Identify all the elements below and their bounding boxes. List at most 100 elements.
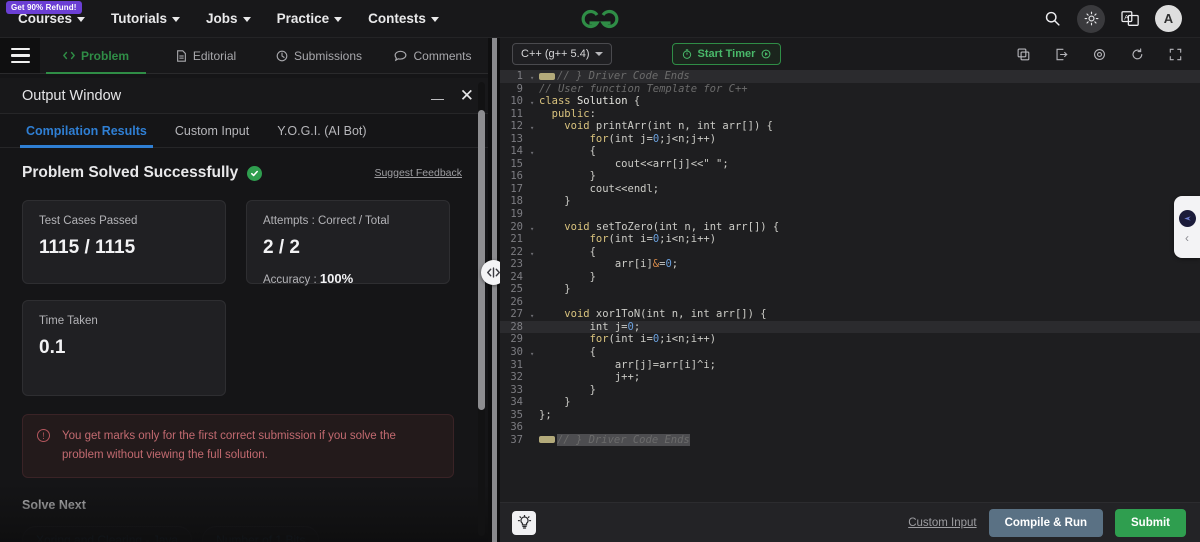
output-window-title: Output Window — [22, 87, 122, 104]
line-number: 12 — [510, 120, 523, 133]
solve-next-chip[interactable]: Number of 1 Bits — [202, 525, 320, 542]
fold-toggle-icon[interactable]: ▾ — [530, 346, 539, 359]
reset-icon[interactable] — [1126, 43, 1148, 65]
scrollbar-thumb[interactable] — [478, 110, 485, 410]
settings-gear-icon[interactable] — [1088, 43, 1110, 65]
subtab-compilation-results[interactable]: Compilation Results — [12, 114, 161, 148]
code-text: cout<<arr[j]<<" "; — [539, 157, 729, 170]
code-text: { — [539, 245, 596, 258]
refund-promo-badge[interactable]: Get 90% Refund! — [6, 0, 82, 15]
fold-toggle-icon[interactable]: ▾ — [530, 145, 539, 158]
subtab-yogi-ai-bot[interactable]: Y.O.G.I. (AI Bot) — [263, 114, 380, 148]
suggest-feedback-link[interactable]: Suggest Feedback — [374, 167, 462, 179]
user-avatar[interactable]: A — [1155, 5, 1182, 32]
solve-next-heading: Solve Next — [22, 497, 86, 512]
geeksforgeeks-logo[interactable] — [577, 4, 623, 34]
left-panel-scrollbar[interactable] — [478, 82, 485, 536]
code-editor-content[interactable]: 1 ▾// } Driver Code Ends 9 // User function… — [500, 70, 1200, 502]
copy-icon[interactable] — [1012, 43, 1034, 65]
line-number: 9 — [516, 82, 523, 95]
accuracy-value: 100% — [319, 271, 354, 286]
code-line: 1 ▾// } Driver Code Ends — [500, 70, 1200, 83]
line-number: 34 — [510, 396, 523, 409]
line-number: 33 — [510, 383, 523, 396]
fold-toggle-icon — [530, 296, 539, 309]
fold-toggle-icon — [530, 359, 539, 372]
code-text: // } Driver Code Ends — [539, 70, 1200, 83]
solve-next-chip[interactable]: Xoring and Clearing - Java — [22, 525, 193, 542]
start-timer-button[interactable]: Start Timer — [671, 43, 782, 65]
tab-submissions[interactable]: Submissions — [260, 38, 378, 73]
gg-logo-icon — [581, 9, 619, 29]
floating-assistant-widget[interactable]: ‹ — [1174, 196, 1200, 258]
fold-toggle-icon[interactable]: ▾ — [530, 246, 539, 259]
fold-toggle-icon[interactable]: ▾ — [530, 308, 539, 321]
nav-item-contests[interactable]: Contests — [368, 12, 439, 26]
panel-splitter[interactable] — [481, 38, 506, 542]
fold-toggle-icon — [530, 233, 539, 246]
code-line: 15 cout<<arr[j]<<" "; — [500, 158, 1200, 171]
status-title: Problem Solved Successfully — [22, 164, 239, 181]
upload-icon[interactable] — [1050, 43, 1072, 65]
minimize-icon[interactable] — [430, 98, 444, 101]
line-number: 13 — [510, 132, 523, 145]
code-line: 28 int j=0; — [500, 320, 1200, 334]
marks-warning-banner: ! You get marks only for the first corre… — [22, 414, 454, 478]
theme-toggle-button[interactable] — [1077, 4, 1105, 33]
editor-action-bar: Custom Input Compile & Run Submit — [500, 502, 1200, 542]
code-text: // User function Template for C++ — [539, 82, 748, 95]
language-selector[interactable]: C++ (g++ 5.4) — [512, 43, 612, 65]
fold-toggle-icon — [530, 409, 539, 422]
fold-toggle-icon[interactable]: ▾ — [530, 221, 539, 234]
submit-button[interactable]: Submit — [1115, 508, 1186, 537]
code-line: 18 } — [500, 195, 1200, 208]
nav-item-practice[interactable]: Practice — [277, 12, 343, 26]
code-line: 22 ▾ { — [500, 246, 1200, 259]
fold-toggle-icon — [530, 421, 539, 434]
tab-comments[interactable]: Comments — [378, 38, 488, 73]
card-label: Time Taken — [39, 315, 98, 327]
code-line: 30 ▾ { — [500, 346, 1200, 359]
code-line: 10 ▾ class Solution { — [500, 95, 1200, 108]
close-icon[interactable]: ✕ — [460, 87, 474, 104]
hamburger-menu-icon[interactable] — [0, 38, 40, 73]
fold-toggle-icon[interactable]: ▾ — [530, 70, 539, 83]
tab-label: Comments — [413, 48, 472, 63]
custom-input-link[interactable]: Custom Input — [908, 517, 976, 529]
line-number: 26 — [510, 295, 523, 308]
code-line: 13 for(int j=0;j<n;j++) — [500, 133, 1200, 146]
code-text: } — [539, 195, 571, 208]
code-text: } — [539, 270, 596, 283]
line-number: 21 — [510, 233, 523, 246]
fold-toggle-icon — [530, 258, 539, 271]
translate-icon[interactable]: A — [1119, 8, 1141, 30]
card-label: Attempts : Correct / Total — [263, 215, 390, 227]
line-number: 19 — [510, 208, 523, 221]
lightbulb-icon[interactable] — [512, 510, 536, 535]
accuracy-label: Accuracy : — [263, 274, 320, 286]
line-number: 23 — [510, 258, 523, 271]
nav-item-label: Contests — [368, 10, 426, 26]
code-text: cout<<endl; — [539, 182, 660, 195]
sun-icon — [1084, 11, 1098, 26]
fold-toggle-icon — [530, 208, 539, 221]
status-row: Problem Solved Successfully Suggest Feed… — [22, 164, 462, 182]
nav-menu: Get 90% Refund! Courses Tutorials Jobs P… — [0, 0, 439, 26]
fullscreen-icon[interactable] — [1164, 43, 1186, 65]
fold-toggle-icon[interactable]: ▾ — [530, 95, 539, 108]
search-icon[interactable] — [1041, 8, 1063, 30]
tab-problem[interactable]: Problem — [40, 38, 152, 74]
fold-toggle-icon[interactable]: ▾ — [530, 120, 539, 133]
nav-item-jobs[interactable]: Jobs — [206, 12, 251, 26]
subtab-custom-input[interactable]: Custom Input — [161, 114, 263, 148]
code-line: 25 } — [500, 283, 1200, 296]
tab-editorial[interactable]: Editorial — [152, 38, 260, 73]
collapsed-fold-badge[interactable] — [539, 72, 555, 80]
nav-item-tutorials[interactable]: Tutorials — [111, 12, 181, 26]
send-icon — [1183, 216, 1191, 221]
compile-and-run-button[interactable]: Compile & Run — [988, 508, 1104, 537]
collapsed-fold-badge[interactable] — [539, 436, 555, 444]
chevron-down-icon — [242, 17, 251, 22]
card-attempts: Attempts : Correct / Total 2 / 2 Accurac… — [246, 200, 450, 286]
code-line: 11 public: — [500, 108, 1200, 121]
